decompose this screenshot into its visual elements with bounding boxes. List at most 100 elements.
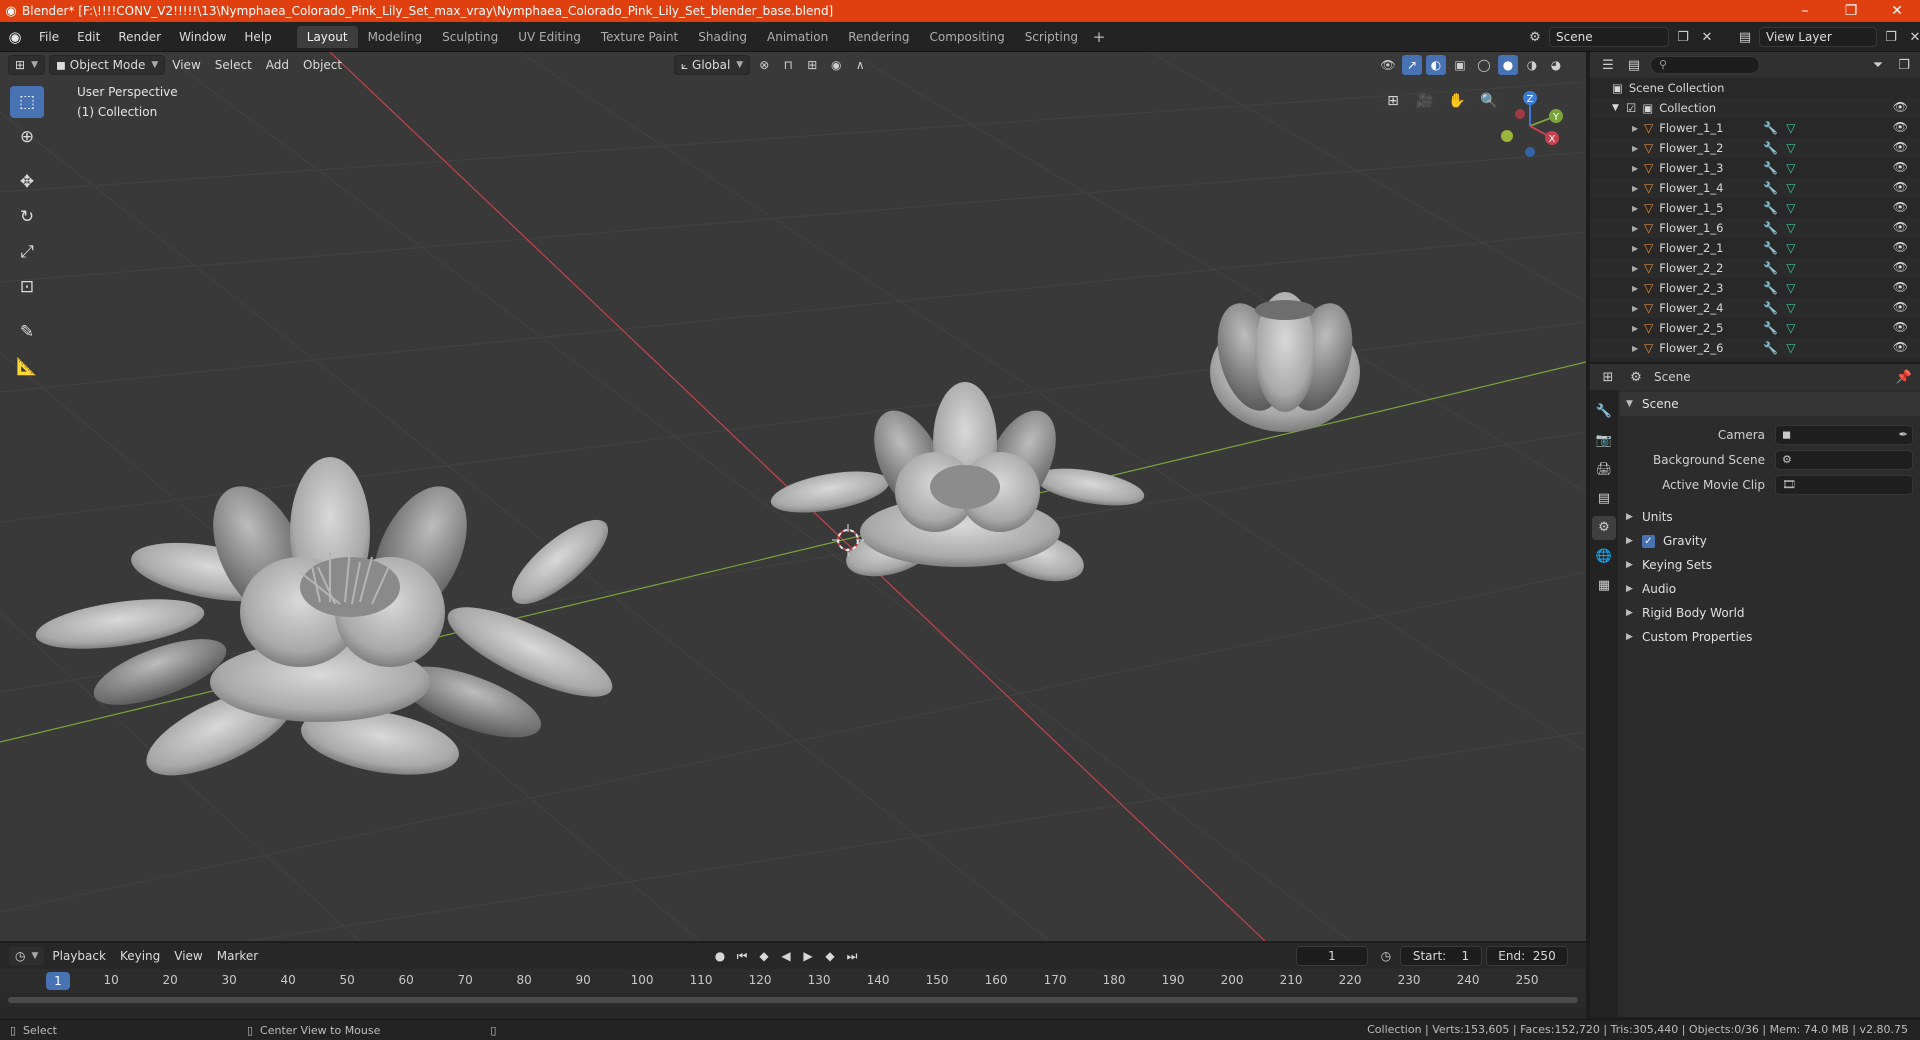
outliner-object-row[interactable]: ▶ ▽ Flower_2_1 🔧 ▽ 👁: [1590, 238, 1920, 258]
object-expand-icon[interactable]: ▶: [1632, 184, 1644, 193]
timeline-track[interactable]: [0, 993, 1586, 1007]
new-view-layer-icon[interactable]: ❐: [1881, 30, 1901, 45]
eye-icon[interactable]: 👁: [1893, 160, 1908, 174]
modifier-wrench-icon[interactable]: 🔧: [1763, 321, 1778, 335]
eye-icon[interactable]: 👁: [1893, 300, 1908, 314]
mesh-data-icon[interactable]: ▽: [1786, 201, 1795, 215]
object-expand-icon[interactable]: ▶: [1632, 124, 1644, 133]
outliner-object-row[interactable]: ▶ ▽ Flower_2_3 🔧 ▽ 👁: [1590, 278, 1920, 298]
record-icon[interactable]: ●: [710, 946, 730, 966]
collection-checkbox-icon[interactable]: ☑: [1626, 101, 1636, 115]
filter-icon[interactable]: ⏷: [1868, 58, 1888, 73]
object-mode-dropdown[interactable]: ◼ Object Mode ▼: [48, 55, 166, 75]
object-expand-icon[interactable]: ▶: [1632, 344, 1644, 353]
mesh-data-icon[interactable]: ▽: [1786, 321, 1795, 335]
3d-viewport[interactable]: ⊞ ▼ ◼ Object Mode ▼ View Select Add Object…: [0, 52, 1586, 941]
custom-properties-panel-header[interactable]: ▶ Custom Properties: [1620, 625, 1920, 649]
eye-icon[interactable]: 👁: [1893, 200, 1908, 214]
outliner-object-row[interactable]: ▶ ▽ Flower_2_2 🔧 ▽ 👁: [1590, 258, 1920, 278]
background-scene-field[interactable]: ⚙: [1775, 449, 1913, 470]
mesh-data-icon[interactable]: ▽: [1786, 161, 1795, 175]
outliner-object-row[interactable]: ▶ ▽ Flower_2_5 🔧 ▽ 👁: [1590, 318, 1920, 338]
outliner-collection[interactable]: ▼ ☑ ▣ Collection 👁: [1590, 98, 1920, 118]
outliner-object-row[interactable]: ▶ ▽ Flower_1_3 🔧 ▽ 👁: [1590, 158, 1920, 178]
eye-icon[interactable]: 👁: [1893, 240, 1908, 254]
select-box-tool-icon[interactable]: ⬚: [10, 86, 44, 118]
gravity-checkbox[interactable]: ✓: [1642, 534, 1655, 548]
properties-editor-type-icon[interactable]: ⊞: [1598, 370, 1618, 385]
outliner-editor[interactable]: ☰ ▤ ⚲ ⏷ ❐ ▣ Scene Collection ▼ ☑ ▣ Colle…: [1590, 52, 1920, 362]
display-mode-icon[interactable]: ▤: [1624, 58, 1644, 73]
material-shading-icon[interactable]: ◑: [1522, 55, 1542, 75]
tab-sculpting[interactable]: Sculpting: [432, 26, 508, 48]
pivot-icon[interactable]: ⊗: [754, 55, 774, 75]
proportional-edit-icon[interactable]: ◉: [826, 55, 846, 75]
xray-icon[interactable]: ▣: [1450, 55, 1470, 75]
editor-type-dropdown[interactable]: ⊞ ▼: [8, 55, 45, 75]
mesh-data-icon[interactable]: ▽: [1786, 141, 1795, 155]
active-movie-clip-field[interactable]: 🎞: [1775, 474, 1913, 495]
play-reverse-icon[interactable]: ◀: [776, 946, 796, 966]
tab-modeling[interactable]: Modeling: [358, 26, 433, 48]
modifier-wrench-icon[interactable]: 🔧: [1763, 121, 1778, 135]
scale-tool-icon[interactable]: ⤢: [10, 236, 44, 268]
pan-view-icon[interactable]: ✋: [1444, 88, 1470, 114]
output-tab-icon[interactable]: 🖨: [1592, 458, 1616, 482]
object-expand-icon[interactable]: ▶: [1632, 284, 1644, 293]
menu-help[interactable]: Help: [235, 26, 280, 48]
outliner-object-row[interactable]: ▶ ▽ Flower_2_4 🔧 ▽ 👁: [1590, 298, 1920, 318]
rigid-body-world-panel-header[interactable]: ▶ Rigid Body World: [1620, 601, 1920, 625]
outliner-object-row[interactable]: ▶ ▽ Flower_2_6 🔧 ▽ 👁: [1590, 338, 1920, 358]
eye-icon[interactable]: 👁: [1893, 220, 1908, 234]
eye-icon[interactable]: 👁: [1893, 140, 1908, 154]
timeline-editor[interactable]: ◷ ▼ Playback Keying View Marker ● ⏮ ◆ ◀ ▶…: [0, 943, 1586, 1019]
object-expand-icon[interactable]: ▶: [1632, 164, 1644, 173]
visibility-icon[interactable]: 👁: [1378, 55, 1398, 75]
outliner-object-row[interactable]: ▶ ▽ Flower_1_2 🔧 ▽ 👁: [1590, 138, 1920, 158]
delete-view-layer-icon[interactable]: ✕: [1905, 30, 1920, 45]
tab-texture-paint[interactable]: Texture Paint: [591, 26, 688, 48]
timeline-editor-type-dropdown[interactable]: ◷ ▼: [8, 946, 46, 966]
menu-edit[interactable]: Edit: [68, 26, 109, 48]
preview-range-icon[interactable]: ◷: [1376, 946, 1396, 966]
tab-scripting[interactable]: Scripting: [1015, 26, 1088, 48]
eye-icon[interactable]: 👁: [1893, 280, 1908, 294]
object-expand-icon[interactable]: ▶: [1632, 204, 1644, 213]
eye-icon[interactable]: 👁: [1893, 180, 1908, 194]
current-frame-indicator[interactable]: 1: [46, 972, 70, 990]
camera-field[interactable]: ◼ ✒: [1775, 424, 1913, 445]
units-panel-header[interactable]: ▶ Units: [1620, 505, 1920, 529]
menu-window[interactable]: Window: [170, 26, 235, 48]
prev-keyframe-icon[interactable]: ◆: [754, 946, 774, 966]
modifier-wrench-icon[interactable]: 🔧: [1763, 221, 1778, 235]
modifier-wrench-icon[interactable]: 🔧: [1763, 281, 1778, 295]
falloff-icon[interactable]: ∧: [850, 55, 870, 75]
modifier-wrench-icon[interactable]: 🔧: [1763, 161, 1778, 175]
tab-rendering[interactable]: Rendering: [838, 26, 919, 48]
outliner-object-row[interactable]: ▶ ▽ Flower_1_1 🔧 ▽ 👁: [1590, 118, 1920, 138]
outliner-search-input[interactable]: ⚲: [1650, 56, 1760, 74]
outliner-editor-type-icon[interactable]: ☰: [1598, 58, 1618, 73]
new-scene-icon[interactable]: ❐: [1673, 30, 1693, 45]
object-expand-icon[interactable]: ▶: [1632, 144, 1644, 153]
blender-menu-icon[interactable]: ◉: [0, 28, 30, 46]
mesh-data-icon[interactable]: ▽: [1786, 221, 1795, 235]
maximize-button[interactable]: ❐: [1828, 3, 1874, 19]
tab-layout[interactable]: Layout: [296, 25, 358, 48]
object-expand-icon[interactable]: ▶: [1632, 264, 1644, 273]
modifier-wrench-icon[interactable]: 🔧: [1763, 301, 1778, 315]
eye-icon[interactable]: 👁: [1893, 320, 1908, 334]
menu-render[interactable]: Render: [109, 26, 170, 48]
toggle-perspective-icon[interactable]: ⊞: [1380, 88, 1406, 114]
rotate-tool-icon[interactable]: ↻: [10, 201, 44, 233]
rendered-shading-icon[interactable]: ◕: [1546, 55, 1566, 75]
snap-target-icon[interactable]: ⊞: [802, 55, 822, 75]
object-expand-icon[interactable]: ▶: [1632, 224, 1644, 233]
timeline-scrollbar[interactable]: [8, 997, 1578, 1003]
scene-panel-header[interactable]: ▼ Scene: [1620, 392, 1920, 416]
tab-animation[interactable]: Animation: [757, 26, 838, 48]
viewport-menu-select[interactable]: Select: [208, 58, 259, 72]
viewport-scene[interactable]: [0, 52, 1586, 941]
gravity-panel-header[interactable]: ▶ ✓ Gravity: [1620, 529, 1920, 553]
view-layer-icon[interactable]: ▤: [1735, 30, 1755, 45]
